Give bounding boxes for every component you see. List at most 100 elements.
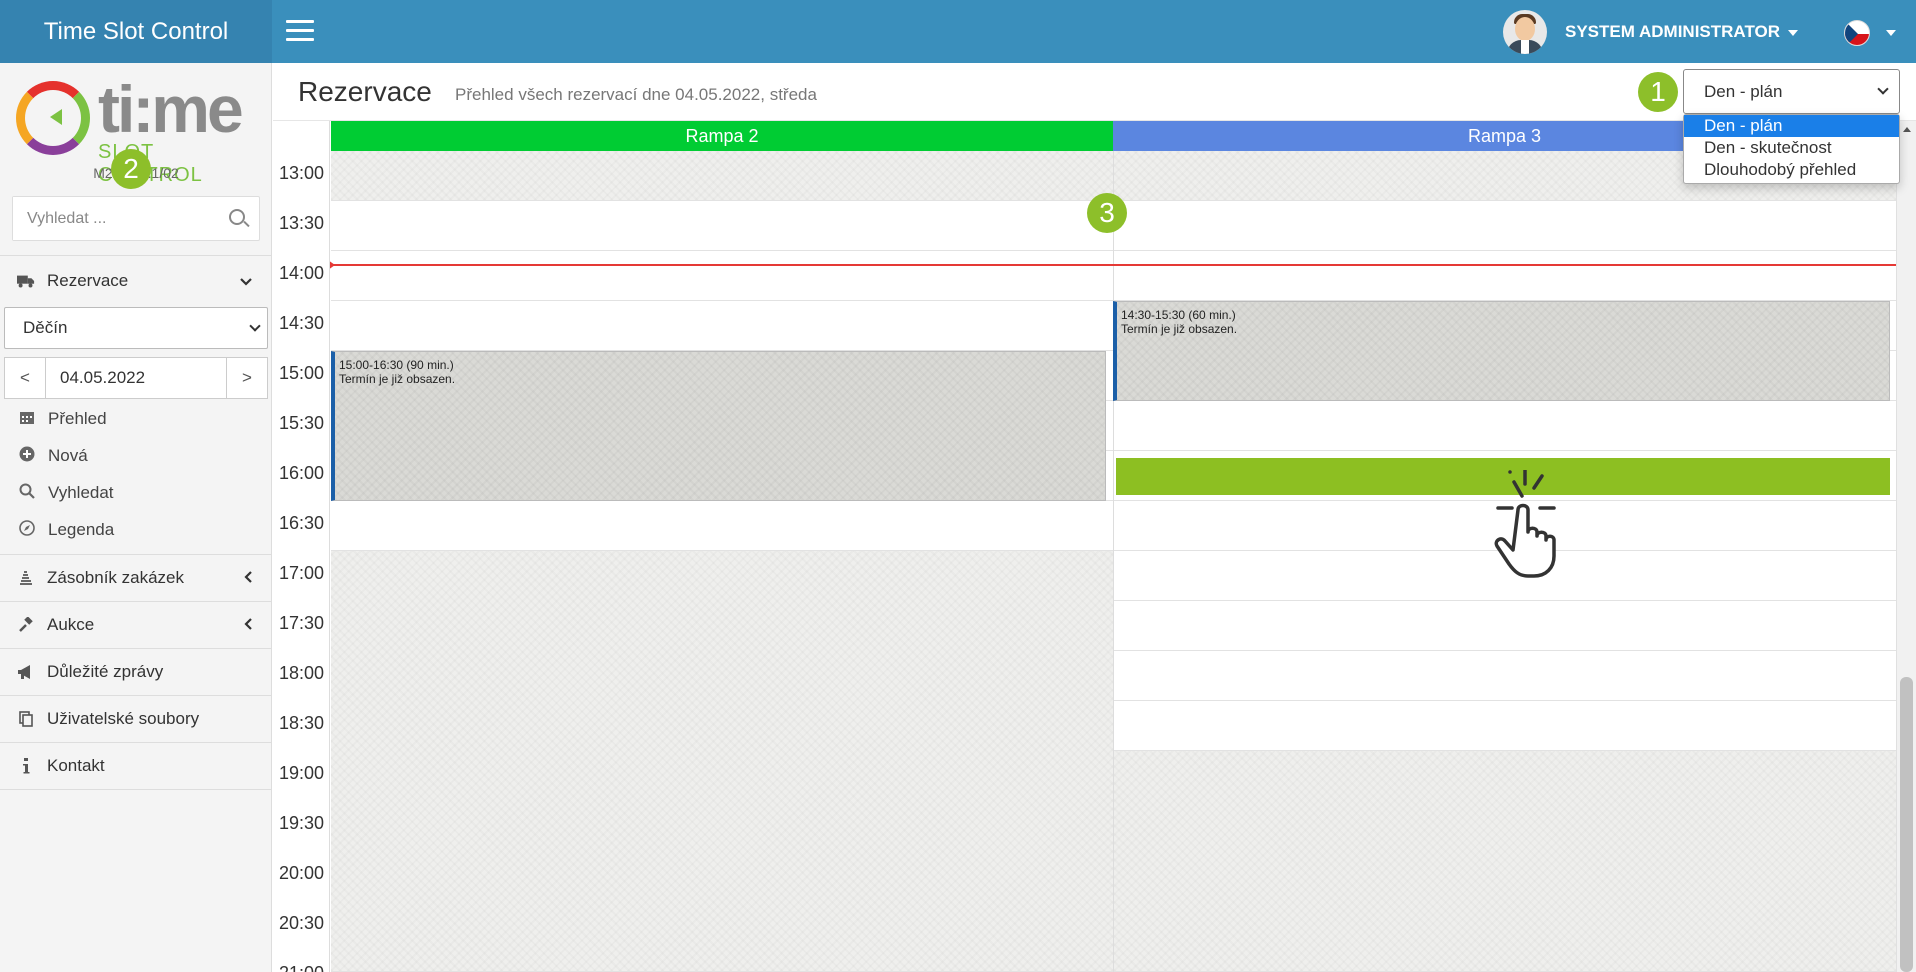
next-day-button[interactable]: > [227,358,267,398]
slot-cell[interactable] [331,501,1113,551]
time-label: 17:00 [278,563,325,583]
view-mode-value: Den - plán [1704,81,1783,101]
sidebar-item-label: Vyhledat [48,483,114,502]
sidebar-item-label: Kontakt [47,756,105,775]
booking-time: 14:30-15:30 (60 min.) [1121,308,1236,322]
vertical-scrollbar[interactable] [1896,121,1916,972]
view-mode-select[interactable]: Den - plán [1683,69,1900,114]
menu-toggle-icon[interactable] [286,20,314,42]
date-picker: < 04.05.2022 > [4,357,268,399]
time-label: 19:30 [278,813,325,833]
caret-down-icon[interactable] [1886,30,1896,36]
time-label: 18:00 [278,663,325,683]
sidebar-item-messages[interactable]: Důležité zprávy [0,649,272,695]
chevron-left-icon [244,617,252,633]
sidebar-item-new[interactable]: Nová [0,441,272,471]
pointer-hand-icon [1480,468,1570,580]
column-label: Rampa 3 [1467,125,1542,146]
slot-cell[interactable] [1114,601,1896,651]
slot-cell[interactable] [331,201,1113,251]
location-value: Děčín [23,318,68,337]
current-time-line [330,264,1896,266]
language-flag-icon[interactable] [1844,20,1870,46]
slot-cell[interactable] [1114,401,1896,451]
schedule-grid: Rampa 2 Rampa 3 15:00-16:30 (90 min.) Te… [273,121,1916,972]
search-input[interactable] [13,197,213,240]
logo-text: ti:me [98,72,244,146]
slot-cell[interactable] [1114,201,1896,251]
step-badge-1: 1 [1638,72,1678,112]
time-label: 21:00 [273,963,330,972]
sidebar-item-order-stack[interactable]: Zásobník zakázek [0,555,272,601]
plus-circle-icon [18,446,36,466]
sidebar-item-reservations[interactable]: Rezervace [0,261,272,301]
sidebar-item-label: Rezervace [47,271,129,290]
time-label: 15:00 [278,363,325,383]
time-label: 20:00 [278,863,325,883]
app-title[interactable]: Time Slot Control [0,0,272,63]
prev-day-button[interactable]: < [5,358,45,398]
sidebar-item-label: Uživatelské soubory [47,709,200,728]
slot-cell[interactable] [331,301,1113,351]
sidebar-item-auction[interactable]: Aukce [0,602,272,648]
files-icon [17,710,35,728]
step-badge-3: 3 [1087,193,1127,233]
booking-block[interactable]: 15:00-16:30 (90 min.) Termín je již obsa… [331,351,1106,501]
sidebar-item-user-files[interactable]: Uživatelské soubory [0,696,272,742]
divider [0,789,272,790]
slot-cell[interactable] [1114,701,1896,751]
time-label: 20:30 [278,913,325,933]
sidebar-item-label: Nová [48,446,88,465]
sidebar-item-legend[interactable]: Legenda [0,515,272,545]
view-option-day-actual[interactable]: Den - skutečnost [1684,137,1899,159]
search-box [12,196,260,241]
sidebar-item-label: Přehled [48,409,107,428]
date-input[interactable]: 04.05.2022 [45,358,227,398]
top-bar: Time Slot Control SYSTEM ADMINISTRATOR [0,0,1916,63]
view-mode-dropdown: Den - plán Den - skutečnost Dlouhodobý p… [1683,114,1900,184]
column-header-ramp-2: Rampa 2 [331,121,1113,151]
column-label: Rampa 2 [685,125,759,146]
time-label: 16:00 [278,463,325,483]
time-label: 19:00 [278,763,325,783]
view-option-day-plan[interactable]: Den - plán [1684,115,1899,137]
closed-area [1114,751,1896,972]
user-name: SYSTEM ADMINISTRATOR [1565,22,1799,42]
time-label: 17:30 [278,613,325,633]
info-icon [17,757,35,775]
time-label: 16:30 [278,513,325,533]
sidebar-item-label: Zásobník zakázek [47,568,185,587]
chevron-down-icon [1877,83,1889,95]
booking-block[interactable]: 14:30-15:30 (60 min.) Termín je již obsa… [1113,301,1890,401]
user-menu[interactable]: SYSTEM ADMINISTRATOR [1503,10,1799,54]
time-column: 13:00 13:30 14:00 14:30 15:00 15:30 16:0… [273,121,330,972]
slot-cell[interactable] [331,151,1113,201]
page-subtitle: Přehled všech rezervací dne 04.05.2022, … [455,85,817,104]
sidebar: ti:me SLOT CONTROL M2022.3.1/02 Rezervac… [0,63,272,972]
search-icon[interactable] [229,209,245,225]
location-select[interactable]: Děčín [4,307,268,349]
page-title: Rezervace [298,76,432,107]
truck-icon [17,272,35,290]
sidebar-item-search[interactable]: Vyhledat [0,478,272,508]
sidebar-item-contact[interactable]: Kontakt [0,743,272,789]
divider [0,255,272,256]
megaphone-icon [17,663,35,681]
slot-cell[interactable] [1114,651,1896,701]
sidebar-item-overview[interactable]: Přehled [0,404,272,434]
slot-cell[interactable] [1114,251,1896,301]
chevron-down-icon [240,273,252,289]
scroll-up-icon[interactable] [1903,127,1911,132]
booking-time: 15:00-16:30 (90 min.) [339,358,454,372]
sidebar-item-label: Aukce [47,615,95,634]
chevron-down-icon [249,320,261,332]
sidebar-item-label: Důležité zprávy [47,662,164,681]
booking-note: Termín je již obsazen. [339,372,456,386]
time-label: 13:30 [278,213,325,233]
scroll-thumb[interactable] [1900,677,1913,972]
slot-cell[interactable] [331,251,1113,301]
closed-area [331,551,1113,972]
column-divider [1113,151,1114,972]
view-option-long-term[interactable]: Dlouhodobý přehled [1684,159,1899,181]
gavel-icon [17,616,35,634]
